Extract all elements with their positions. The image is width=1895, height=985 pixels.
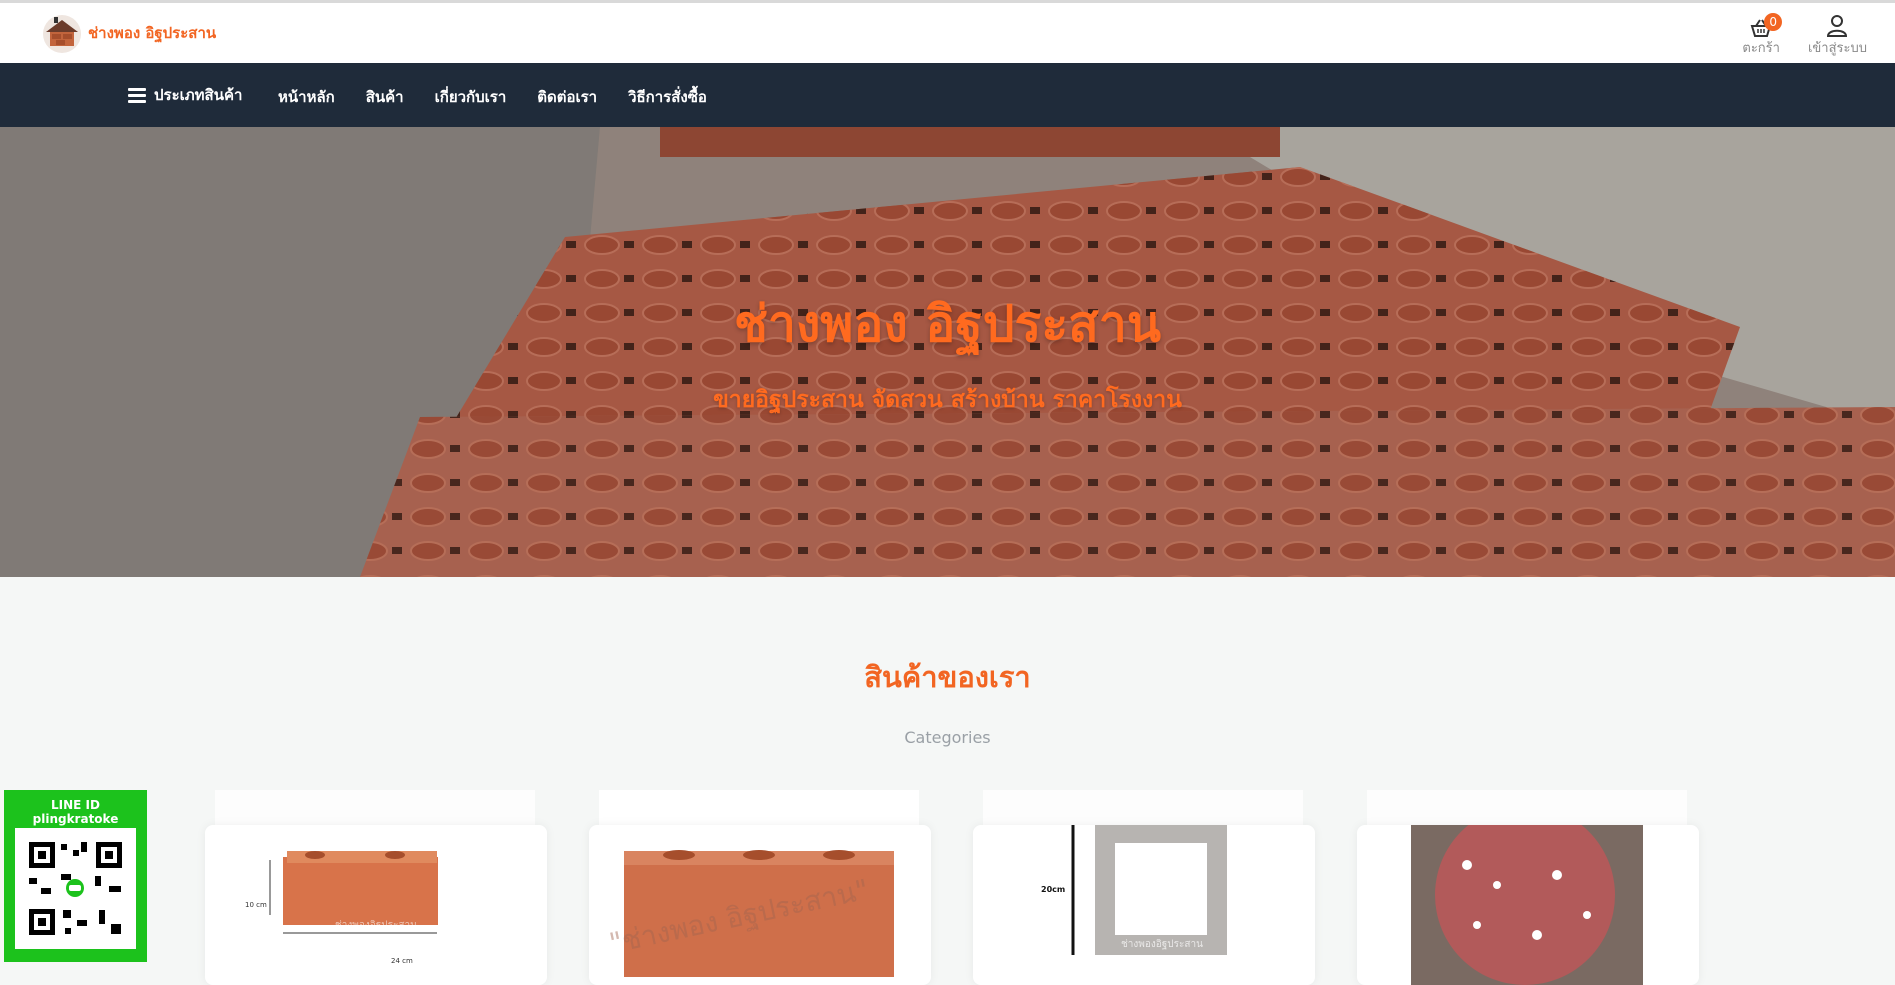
nav-link-contact[interactable]: ติดต่อเรา (537, 85, 597, 109)
product-card[interactable]: 10 cm ช่างพองอิฐประสาน 24 cm (205, 825, 547, 985)
hero-subtitle: ขายอิฐประสาน จัดสวน สร้างบ้าน ราคาโรงงาน (713, 387, 1182, 413)
hamburger-icon (128, 85, 146, 106)
product-watermark: ช่างพองอิฐประสาน (335, 920, 417, 931)
categories-menu-button[interactable]: ประเภทสินค้า (128, 83, 242, 107)
product-card[interactable]: "ช่างพอง อิฐประสาน" (589, 825, 931, 985)
product-card[interactable]: 20cm ช่างพองอิฐประสาน (973, 825, 1315, 985)
product-dimension-label: 10 cm (245, 901, 267, 909)
cart-button[interactable]: 0 ตะกร้า (1742, 11, 1783, 58)
card-backdrop (215, 790, 535, 830)
nav-link-about[interactable]: เกี่ยวกับเรา (435, 85, 507, 109)
line-id-label: LINE ID (51, 798, 100, 812)
products-section-title: สินค้าของเรา (864, 660, 1031, 694)
hero-banner: ช่างพอง อิฐประสาน ขายอิฐประสาน จัดสวน สร… (0, 127, 1895, 577)
site-header: ช่างพอง อิฐประสาน 0 ตะกร้า เข้าสู่ระบบ (0, 3, 1895, 63)
card-backdrop (1367, 790, 1687, 830)
product-card[interactable] (1357, 825, 1699, 985)
nav-link-products[interactable]: สินค้า (366, 85, 404, 109)
cart-count-badge: 0 (1764, 13, 1783, 31)
product-dimension-label: 24 cm (391, 957, 413, 965)
product-image (1071, 825, 1227, 955)
nav-link-how-to-order[interactable]: วิธีการสั่งซื้อ (628, 85, 707, 109)
qr-code-icon (15, 828, 136, 949)
product-dimension-label: 20cm (1041, 885, 1066, 894)
login-button[interactable]: เข้าสู่ระบบ (1808, 11, 1867, 58)
categories-label: ประเภทสินค้า (154, 86, 243, 104)
line-id-widget[interactable]: LINE ID plingkratoke (4, 790, 147, 962)
cart-label: ตะกร้า (1742, 41, 1780, 56)
main-navbar: ประเภทสินค้า หน้าหลัก สินค้า เกี่ยวกับเร… (0, 63, 1895, 127)
site-logo[interactable]: ช่างพอง อิฐประสาน (40, 12, 216, 54)
hero-title: ช่างพอง อิฐประสาน (733, 295, 1162, 353)
line-id-value: plingkratoke (32, 812, 119, 826)
logo-icon (40, 12, 84, 54)
product-watermark: ช่างพองอิฐประสาน (1121, 939, 1203, 950)
logo-text: ช่างพอง อิฐประสาน (88, 24, 217, 42)
card-backdrop (983, 790, 1303, 830)
card-backdrop (599, 790, 919, 830)
nav-link-home[interactable]: หน้าหลัก (278, 85, 335, 109)
login-label: เข้าสู่ระบบ (1807, 41, 1867, 56)
user-icon (1827, 15, 1848, 37)
products-section-subtitle: Categories (904, 728, 991, 747)
product-image (1411, 825, 1643, 985)
